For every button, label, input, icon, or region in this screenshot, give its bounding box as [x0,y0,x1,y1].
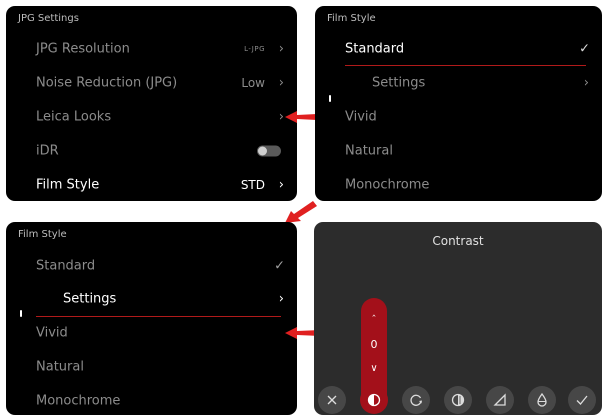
menu-item-monochrome[interactable]: Monochrome [6,384,297,415]
menu-item-monochrome[interactable]: Monochrome [315,168,602,201]
confirm-button[interactable] [568,386,596,414]
rotate-icon [410,394,422,406]
menu-item-label: Monochrome [345,177,430,193]
contrast-icon [367,393,381,407]
menu-item-label: Standard [36,258,96,274]
menu-item-standard[interactable]: Standard ✓ [315,32,602,66]
menu-item-label: Monochrome [36,393,121,409]
chevron-down-icon[interactable]: ∨ [361,363,387,374]
menu-item-label: Settings [372,75,426,91]
menu-item-vivid[interactable]: Vivid [6,316,297,350]
film-style-settings-screen: Film Style Standard ✓ Settings › Vivid N… [6,222,297,415]
checkmark-icon: ✓ [274,258,285,274]
contrast-value: 0 [370,338,378,351]
menu-item-natural[interactable]: Natural [315,134,602,168]
menu-item-label: Natural [345,143,393,159]
idr-toggle[interactable] [257,145,281,157]
close-icon [327,395,337,405]
chevron-right-icon: › [278,109,284,125]
saturation-icon [451,393,465,407]
menu-item-label: iDR [36,143,59,159]
chevron-right-icon: › [278,291,284,307]
jpg-settings-screen: JPG Settings JPG Resolution L-JPG › Nois… [6,6,297,201]
chevron-right-icon: › [278,75,284,91]
menu-item-label: Vivid [345,109,377,125]
menu-item-label: Film Style [36,177,100,193]
menu-item-label: Settings [63,291,117,307]
menu-item-film-style[interactable]: Film Style STD › [6,168,297,201]
menu-item-idr[interactable]: iDR [6,134,297,168]
menu-item-standard[interactable]: Standard ✓ [6,249,297,283]
menu-item-settings[interactable]: Settings › [6,282,297,316]
contrast-slider[interactable]: ‸ 0 ∨ [361,298,387,398]
sharpness-button[interactable] [486,386,514,414]
tint-icon [537,392,547,407]
checkmark-icon: ✓ [579,41,590,57]
screen-header: Film Style [327,13,376,24]
menu-item-label: Vivid [36,325,68,341]
menu-item-jpg-resolution[interactable]: JPG Resolution L-JPG › [6,32,297,66]
page-title: Contrast [432,234,484,248]
chevron-right-icon: › [278,177,284,193]
menu-item-label: Leica Looks [36,109,112,125]
menu-item-label: JPG Resolution [36,41,130,57]
menu-item-settings[interactable]: Settings › [315,66,602,100]
menu-item-value: STD [240,178,265,192]
confirm-icon [576,395,588,405]
screen-header: JPG Settings [18,13,79,24]
menu-item-natural[interactable]: Natural [6,350,297,384]
menu-item-label: Standard [345,41,405,57]
saturation-button[interactable] [444,386,472,414]
menu-item-label: Noise Reduction (JPG) [36,75,178,91]
menu-item-value: L-JPG [244,45,265,53]
highlights-button[interactable] [402,386,430,414]
menu-item-noise-reduction[interactable]: Noise Reduction (JPG) Low › [6,66,297,100]
film-style-screen: Film Style Standard ✓ Settings › Vivid N… [315,6,602,201]
screen-header: Film Style [18,229,67,240]
contrast-button[interactable] [360,386,388,414]
chevron-right-icon: › [583,75,589,91]
chevron-right-icon: › [278,41,284,57]
arrow-right-icon [285,111,317,123]
menu-item-value: Low [241,76,265,90]
sharpness-icon [493,393,506,406]
menu-item-vivid[interactable]: Vivid [315,100,602,134]
tint-button[interactable] [528,386,556,414]
menu-item-leica-looks[interactable]: Leica Looks › [6,100,297,134]
menu-item-label: Natural [36,359,84,375]
chevron-up-icon[interactable]: ‸ [361,306,387,317]
close-button[interactable] [318,386,346,414]
contrast-adjust-screen: Contrast ‸ 0 ∨ [314,222,602,415]
